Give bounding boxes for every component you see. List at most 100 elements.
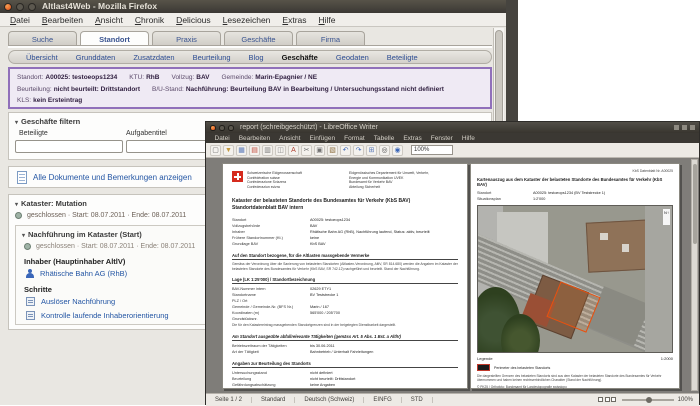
info-segment: Standort: A00025: testoeops1234	[17, 74, 118, 81]
find-icon[interactable]: ◎	[379, 144, 390, 156]
subnav-geschaefte[interactable]: Geschäfte	[273, 53, 327, 62]
cut-icon[interactable]: ✂	[301, 144, 312, 156]
minimize-button[interactable]	[16, 2, 24, 11]
collapse-arrow-icon[interactable]: ▾	[15, 120, 18, 126]
copyright-note: © PK25 / Orthofoto: Bundesamt für Landes…	[477, 385, 567, 390]
collapse-arrow-icon[interactable]: ▾	[15, 202, 18, 208]
statusbar-page: Seite 1 / 2	[206, 397, 253, 403]
zoom-slider[interactable]	[621, 396, 674, 403]
subnav-blog[interactable]: Blog	[240, 53, 273, 62]
legende-label: Legende	[477, 356, 493, 362]
print-icon[interactable]: ▥	[262, 144, 273, 156]
minimize-button[interactable]	[219, 125, 225, 131]
page-corner-ref: KbS Datenblatt Nr. A00025	[632, 169, 673, 173]
tab-standort[interactable]: Standort	[80, 31, 149, 46]
writer-scrollbar[interactable]	[691, 159, 698, 391]
tab-praxis[interactable]: Praxis	[152, 31, 221, 46]
collapse-arrow-icon[interactable]: ▾	[22, 233, 25, 239]
subnav-zusatzdaten[interactable]: Zusatzdaten	[124, 53, 183, 62]
navigator-icon[interactable]: ◉	[392, 144, 403, 156]
writer-statusbar: Seite 1 / 2 Standard Deutsch (Schweiz) E…	[206, 393, 699, 406]
info-segment: B/U-Stand: Nachführung: Beurteilung BAV i…	[152, 85, 444, 93]
main-tabs: Suche Standort Praxis Geschäfte Firma	[8, 31, 365, 46]
open-icon[interactable]: ▼	[223, 144, 234, 156]
kataster-status: geschlossen · Start: 08.07.2011 · Ende: …	[27, 212, 187, 219]
export-pdf-icon[interactable]: ▤	[249, 144, 260, 156]
statusbar-language[interactable]: Deutsch (Schweiz)	[295, 397, 365, 403]
menu-item[interactable]: Datei	[4, 15, 36, 25]
doc-kv-row: Grundstücksnr.	[232, 317, 258, 322]
statusbar-selection-mode[interactable]: STD	[402, 397, 433, 403]
view-layout-icons[interactable]	[598, 396, 618, 404]
page-preview-icon[interactable]: ◫	[275, 144, 286, 156]
zoom-combo[interactable]: 100%	[411, 145, 453, 155]
subnav-grunddaten[interactable]: Grunddaten	[67, 53, 125, 62]
schritt-link-2[interactable]: Kontrolle laufende Inhaberorientierung	[41, 311, 169, 320]
standort-infobox: Standort: A00025: testoeops1234 KTU: RhB Vol…	[8, 67, 492, 109]
subnav-beurteilung[interactable]: Beurteilung	[184, 53, 240, 62]
menu-item[interactable]: Datei	[210, 135, 234, 142]
document-area: Schweizerische Eidgenossenschaft Confédér…	[206, 158, 699, 393]
inhaber-link[interactable]: Rhätische Bahn AG (RhB)	[40, 269, 127, 278]
map-scale: 1:2000	[660, 356, 673, 362]
task-icon	[26, 297, 35, 306]
subnav-geodaten[interactable]: Geodaten	[327, 53, 378, 62]
menu-item[interactable]: Lesezeichen	[217, 15, 277, 25]
tab-firma[interactable]: Firma	[296, 31, 365, 46]
info-segment: Gemeinde: Marin-Epagnier / NE	[221, 74, 318, 81]
info-segment: Beurteilung: nicht beurteilt: Drittstando…	[17, 85, 141, 93]
menu-item[interactable]: Extras	[276, 15, 312, 25]
map-title: Kartenauszug aus dem Kataster der belast…	[477, 177, 663, 188]
menu-item[interactable]: Fenster	[426, 135, 457, 142]
menu-item[interactable]: Format	[340, 135, 370, 142]
paste-icon[interactable]: ▧	[327, 144, 338, 156]
redo-icon[interactable]: ↷	[353, 144, 364, 156]
save-icon[interactable]: ▦	[236, 144, 247, 156]
titlebar-indicator-icons	[674, 125, 695, 130]
doc-note: Die für den Katastereintrag massgebenden…	[232, 323, 396, 328]
menu-item[interactable]: Tabelle	[369, 135, 399, 142]
menu-item[interactable]: Bearbeiten	[234, 135, 274, 142]
writer-window: report (schreibgeschützt) - LibreOffice …	[205, 121, 700, 406]
menu-item[interactable]: Extras	[399, 135, 426, 142]
show-all-documents-link[interactable]: Alle Dokumente und Bemerkungen anzeigen	[33, 167, 192, 189]
maximize-button[interactable]	[28, 2, 36, 11]
info-segment: Vollzug: BAV	[171, 74, 210, 81]
window-title: Altlast4Web - Mozilla Firefox	[42, 1, 158, 11]
writer-toolbar: ▢ ▼ ▦ ▤ ▥ ◫ A ✂ ▣ ▧ ↶ ↷ ⊞ ◎ ◉ 100%	[206, 143, 699, 158]
copy-icon[interactable]: ▣	[314, 144, 325, 156]
menu-item[interactable]: Ansicht	[275, 135, 305, 142]
statusbar-style[interactable]: Standard	[252, 397, 296, 403]
writer-menubar: Datei Bearbeiten Ansicht Einfügen Format Tabe…	[206, 133, 699, 143]
undo-icon[interactable]: ↶	[340, 144, 351, 156]
perimeter-swatch-icon	[477, 364, 490, 372]
new-document-icon[interactable]: ▢	[210, 144, 221, 156]
document-page-1: Schweizerische Eidgenossenschaft Confédér…	[222, 163, 468, 389]
task-icon	[26, 311, 35, 320]
menu-item[interactable]: Delicious	[170, 15, 217, 25]
schritt-link-1[interactable]: Auslöser Nachführung	[41, 297, 115, 306]
doc-kv-row: Situationsplan 1:2'000	[477, 197, 546, 202]
menu-item[interactable]: Ansicht	[89, 15, 129, 25]
close-button[interactable]	[4, 2, 12, 11]
road	[644, 206, 672, 353]
subnav-uebersicht[interactable]: Übersicht	[17, 53, 67, 62]
menu-item[interactable]: Hilfe	[457, 135, 479, 142]
tab-geschaefte[interactable]: Geschäfte	[224, 31, 293, 46]
scrollbar-thumb[interactable]	[692, 164, 697, 244]
beteiligte-input[interactable]	[15, 140, 123, 153]
menu-item[interactable]: Chronik	[129, 15, 170, 25]
menu-item[interactable]: Einfügen	[305, 135, 340, 142]
subnav-beteiligte[interactable]: Beteiligte	[378, 53, 427, 62]
federal-header: Schweizerische Eidgenossenschaft Confédér…	[232, 171, 458, 189]
document-page-2: KbS Datenblatt Nr. A00025 Kartenauszug a…	[470, 163, 680, 389]
maximize-button[interactable]	[228, 125, 234, 131]
menu-item[interactable]: Hilfe	[313, 15, 342, 25]
spelling-icon[interactable]: A	[288, 144, 299, 156]
info-segment: KTU: RhB	[129, 74, 160, 81]
table-icon[interactable]: ⊞	[366, 144, 377, 156]
menu-item[interactable]: Bearbeiten	[36, 15, 89, 25]
tab-suche[interactable]: Suche	[8, 31, 77, 46]
close-button[interactable]	[210, 125, 216, 131]
statusbar-insert-mode[interactable]: EINFG	[364, 397, 402, 403]
